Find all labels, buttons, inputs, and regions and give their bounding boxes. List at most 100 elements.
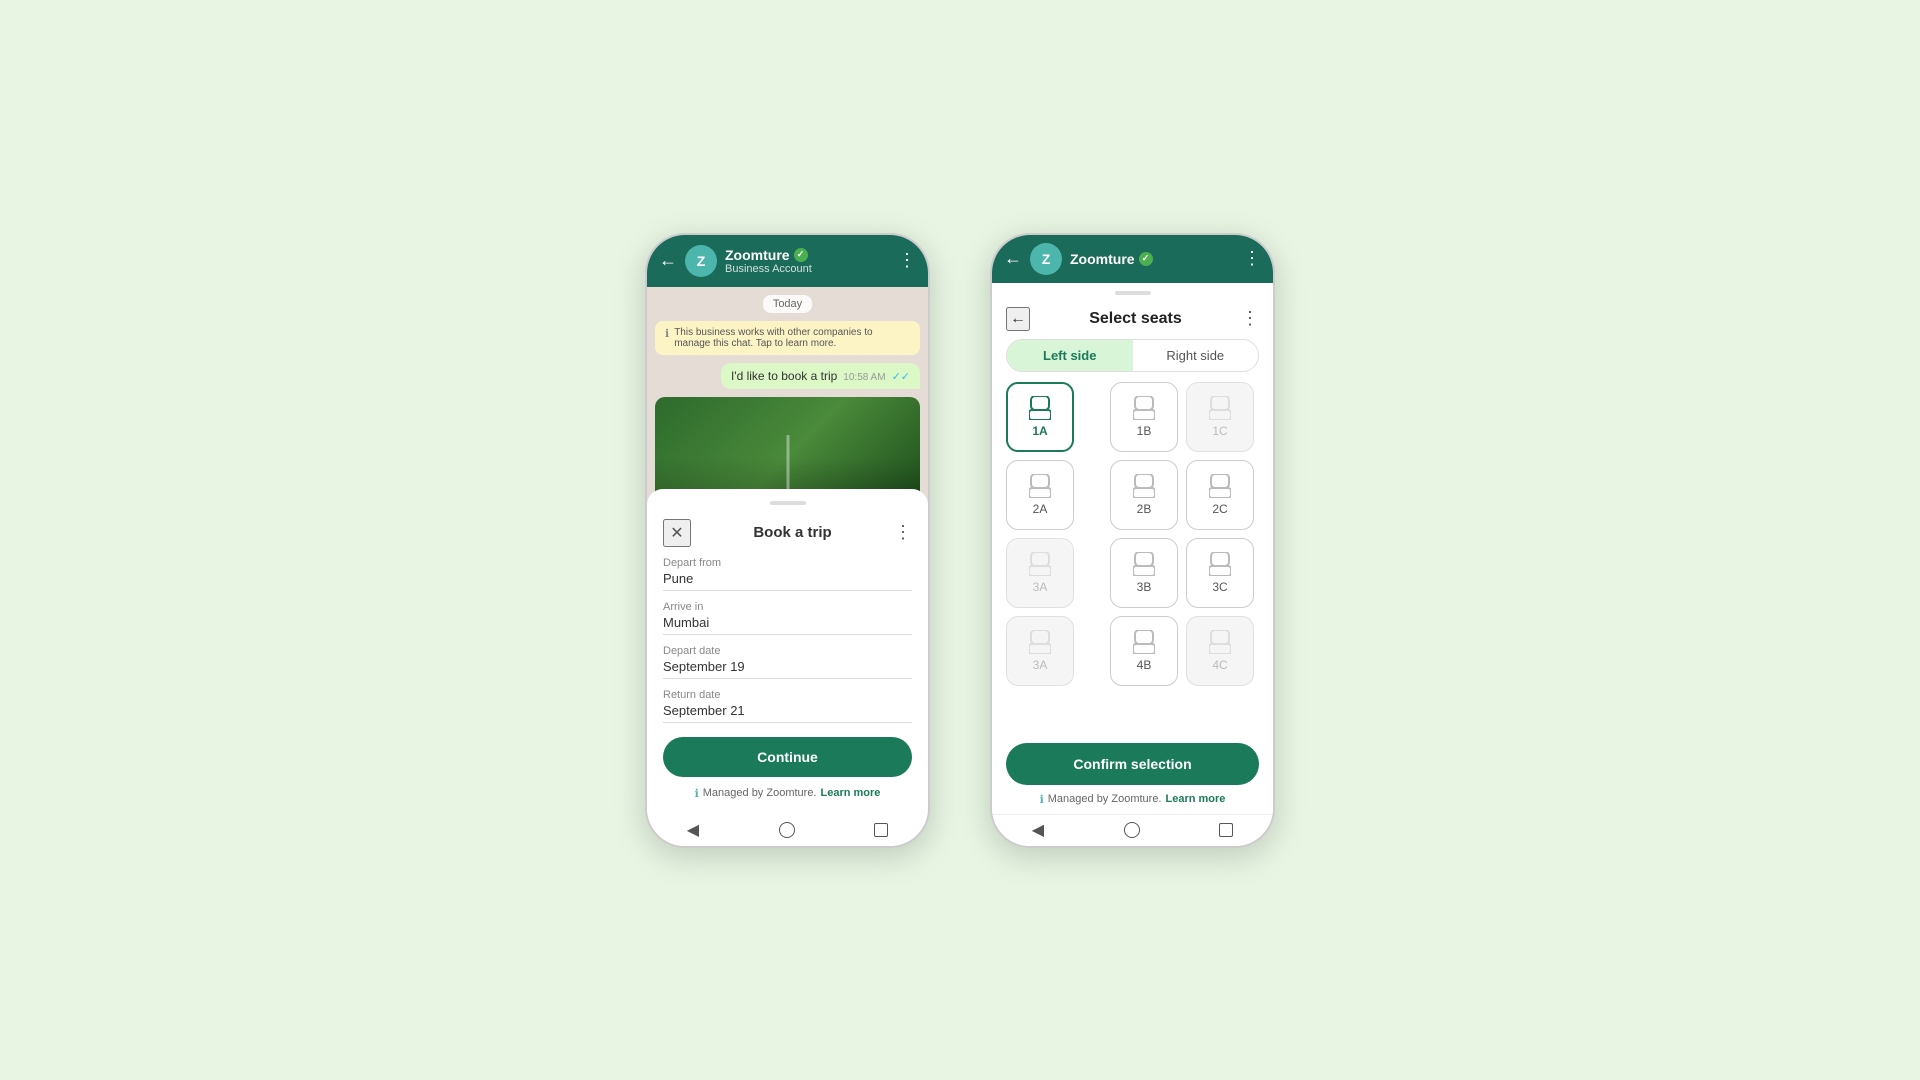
seat-2A-label: 2A xyxy=(1033,502,1048,516)
phone2-learn-more-link[interactable]: Learn more xyxy=(1166,793,1226,805)
seat-1B-icon xyxy=(1133,396,1155,420)
seat-3B[interactable]: 3B xyxy=(1110,538,1178,608)
phone2-menu-icon[interactable]: ⋮ xyxy=(1243,248,1261,269)
return-date-group: Return date September 21 xyxy=(663,689,912,723)
depart-date-group: Depart date September 19 xyxy=(663,645,912,679)
contact-sub: Business Account xyxy=(725,263,890,275)
contact-name: Zoomture ✓ xyxy=(725,247,890,263)
info-bubble: ℹ This business works with other compani… xyxy=(655,321,920,355)
nav-home-button[interactable] xyxy=(779,822,795,838)
phone1: ← Z Zoomture ✓ Business Account ⋮ Today … xyxy=(645,233,930,848)
seat-1A[interactable]: 1A xyxy=(1006,382,1074,452)
nav-recents-button[interactable] xyxy=(874,823,888,837)
confirm-selection-button[interactable]: Confirm selection xyxy=(1006,743,1259,785)
info-icon: ℹ xyxy=(665,327,669,340)
seat-4B-icon xyxy=(1133,630,1155,654)
phone2-managed-footer: ℹ Managed by Zoomture. Learn more xyxy=(992,793,1273,814)
continue-button[interactable]: Continue xyxy=(663,737,912,777)
seat-3C[interactable]: 3C xyxy=(1186,538,1254,608)
seats-title: Select seats xyxy=(1040,310,1231,328)
seats-back-button[interactable]: ← xyxy=(1006,307,1030,331)
seats-header: ← Select seats ⋮ xyxy=(992,295,1273,339)
seat-2C-icon xyxy=(1209,474,1231,498)
seat-4B-label: 4B xyxy=(1137,658,1152,672)
msg-time: 10:58 AM xyxy=(843,372,885,383)
close-button[interactable]: ✕ xyxy=(663,519,691,547)
bottom-sheet: ✕ Book a trip ⋮ Depart from Pune Arrive … xyxy=(647,489,928,816)
seat-3A-icon xyxy=(1029,552,1051,576)
seat-1A-icon xyxy=(1029,396,1051,420)
seat-2B-label: 2B xyxy=(1137,502,1152,516)
phone2-managed-text: Managed by Zoomture. xyxy=(1048,793,1162,805)
avatar: Z xyxy=(685,245,717,277)
seat-row-2: 2A 2B 2C xyxy=(1006,460,1259,530)
seat-2C[interactable]: 2C xyxy=(1186,460,1254,530)
seat-1C-label: 1C xyxy=(1212,424,1227,438)
seat-4C-label: 4C xyxy=(1212,658,1227,672)
seat-1B-label: 1B xyxy=(1137,424,1152,438)
phone2-nav-home-button[interactable] xyxy=(1124,822,1140,838)
phone2-footer-info-icon: ℹ xyxy=(1040,793,1044,806)
seat-row-3: 3A 3B 3C xyxy=(1006,538,1259,608)
seat-3B-label: 3B xyxy=(1137,580,1152,594)
seat-2C-label: 2C xyxy=(1212,502,1227,516)
phones-container: ← Z Zoomture ✓ Business Account ⋮ Today … xyxy=(645,233,1275,848)
seat-2A[interactable]: 2A xyxy=(1006,460,1074,530)
verified-badge: ✓ xyxy=(794,248,808,262)
seat-grid: 1A 1B 1C xyxy=(992,372,1273,735)
footer-info-icon: ℹ xyxy=(695,787,699,800)
seat-3A: 3A xyxy=(1006,538,1074,608)
seat-2B[interactable]: 2B xyxy=(1110,460,1178,530)
sheet-header: ✕ Book a trip ⋮ xyxy=(663,519,912,547)
tab-right-side[interactable]: Right side xyxy=(1133,340,1259,371)
depart-date-value[interactable]: September 19 xyxy=(663,659,912,679)
sheet-title: Book a trip xyxy=(753,524,831,541)
seat-1A-label: 1A xyxy=(1032,424,1047,438)
seat-3C-label: 3C xyxy=(1212,580,1227,594)
seat-4C: 4C xyxy=(1186,616,1254,686)
depart-date-label: Depart date xyxy=(663,645,912,657)
phone2-contact-name: Zoomture ✓ xyxy=(1070,251,1235,267)
return-date-label: Return date xyxy=(663,689,912,701)
learn-more-link[interactable]: Learn more xyxy=(821,787,881,799)
sheet-handle xyxy=(770,501,806,505)
tab-left-side[interactable]: Left side xyxy=(1007,340,1133,371)
depart-from-label: Depart from xyxy=(663,557,912,569)
seats-menu-button[interactable]: ⋮ xyxy=(1241,308,1259,329)
phone2-whatsapp-header: ← Z Zoomture ✓ ⋮ xyxy=(992,235,1273,283)
seat-2B-icon xyxy=(1133,474,1155,498)
seat-1C: 1C xyxy=(1186,382,1254,452)
seat-3C-icon xyxy=(1209,552,1231,576)
depart-from-value[interactable]: Pune xyxy=(663,571,912,591)
phone2-back-icon[interactable]: ← xyxy=(1004,248,1022,269)
arrive-in-value[interactable]: Mumbai xyxy=(663,615,912,635)
seat-3A-label: 3A xyxy=(1033,580,1048,594)
date-badge: Today xyxy=(763,295,812,313)
phone1-header: ← Z Zoomture ✓ Business Account ⋮ xyxy=(647,235,928,287)
seat-4C-icon xyxy=(1209,630,1231,654)
phone2-contact-info: Zoomture ✓ xyxy=(1070,251,1235,267)
phone2-nav-back-button[interactable]: ◀ xyxy=(1032,820,1044,840)
phone2-nav-recents-button[interactable] xyxy=(1219,823,1233,837)
seat-3B-icon xyxy=(1133,552,1155,576)
seat-4A-label: 3A xyxy=(1033,658,1048,672)
seat-2A-icon xyxy=(1029,474,1051,498)
seat-row-4: 3A 4B 4C xyxy=(1006,616,1259,686)
managed-text: Managed by Zoomture. xyxy=(703,787,817,799)
contact-info: Zoomture ✓ Business Account xyxy=(725,247,890,275)
seat-4A-icon xyxy=(1029,630,1051,654)
seat-1C-icon xyxy=(1209,396,1231,420)
return-date-value[interactable]: September 21 xyxy=(663,703,912,723)
sheet-menu-icon[interactable]: ⋮ xyxy=(894,522,912,543)
seat-1B[interactable]: 1B xyxy=(1110,382,1178,452)
seat-4B[interactable]: 4B xyxy=(1110,616,1178,686)
back-icon[interactable]: ← xyxy=(659,250,677,271)
seat-row-1: 1A 1B 1C xyxy=(1006,382,1259,452)
nav-back-button[interactable]: ◀ xyxy=(687,820,699,840)
seats-screen: ← Select seats ⋮ Left side Right side xyxy=(992,295,1273,814)
seat-4A: 3A xyxy=(1006,616,1074,686)
seats-tabs: Left side Right side xyxy=(1006,339,1259,372)
user-message: I'd like to book a trip 10:58 AM ✓✓ xyxy=(721,363,920,389)
phone2-avatar: Z xyxy=(1030,243,1062,275)
menu-icon[interactable]: ⋮ xyxy=(898,250,916,271)
